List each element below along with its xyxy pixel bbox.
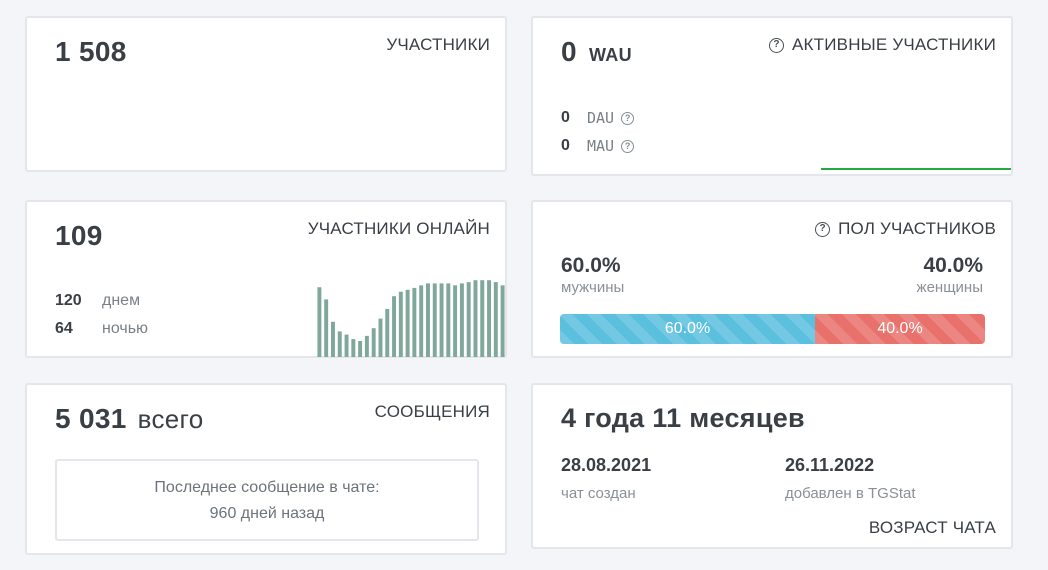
help-icon[interactable]: ?	[815, 221, 831, 237]
online-bar	[412, 287, 417, 357]
online-bar	[446, 283, 451, 357]
female-label: женщины	[916, 279, 983, 296]
online-bar	[405, 289, 410, 357]
dau-value: 0	[561, 109, 570, 126]
mau-value: 0	[561, 137, 570, 154]
messages-number: 5 031	[55, 403, 127, 434]
help-icon[interactable]: ?	[769, 37, 785, 53]
online-bar	[392, 296, 397, 357]
gender-progress-bar: 60.0% 40.0%	[560, 314, 985, 344]
chat-age-card: 4 года 11 месяцев 28.08.2021 чат создан …	[531, 383, 1013, 549]
online-day-value: 120	[55, 292, 82, 309]
messages-suffix: всего	[137, 404, 204, 434]
online-night-label: ночью	[102, 320, 149, 337]
online-night-value: 64	[55, 320, 73, 337]
online-bar	[432, 283, 437, 357]
male-percent: 60.0%	[561, 254, 621, 277]
dau-row: 0 DAU ?	[561, 109, 635, 127]
active-members-card: 0 WAU ? АКТИВНЫЕ УЧАСТНИКИ 0 DAU ? 0 MAU…	[531, 16, 1013, 176]
online-bar	[439, 283, 444, 357]
online-bar	[364, 335, 369, 357]
online-bar	[344, 334, 349, 357]
dau-label: DAU	[587, 109, 615, 127]
online-bar	[358, 341, 363, 357]
male-label: мужчины	[561, 279, 625, 296]
created-label: чат создан	[561, 485, 636, 502]
online-bar	[453, 285, 458, 357]
wau-value: 0 WAU	[561, 36, 632, 68]
last-message-ago: 960 дней назад	[209, 505, 325, 522]
online-bar	[500, 285, 505, 357]
dau-help-icon[interactable]: ?	[621, 111, 635, 125]
online-night-row: 64 ночью	[55, 320, 148, 338]
online-bar	[480, 280, 485, 357]
female-percent: 40.0%	[923, 254, 983, 277]
online-bar	[378, 318, 383, 357]
online-bar	[426, 283, 430, 357]
online-bar	[385, 309, 390, 357]
members-card: 1 508 УЧАСТНИКИ	[25, 16, 507, 172]
added-date: 26.11.2022	[785, 455, 875, 475]
online-bar	[371, 328, 376, 357]
online-members-card: 109 УЧАСТНИКИ ОНЛАЙН 120 днем 64 ночью	[25, 200, 507, 358]
online-bar	[459, 283, 464, 357]
mau-row: 0 MAU ?	[561, 137, 635, 155]
last-message-box: Последнее сообщение в чате: 960 дней наз…	[55, 459, 479, 541]
chat-age-title: ВОЗРАСТ ЧАТА	[868, 518, 996, 537]
active-members-title-text: АКТИВНЫЕ УЧАСТНИКИ	[792, 35, 996, 54]
female-segment: 40.0%	[815, 314, 985, 344]
online-count: 109	[55, 220, 103, 251]
messages-card: 5 031 всего СООБЩЕНИЯ Последнее сообщени…	[25, 383, 507, 555]
active-members-title: ? АКТИВНЫЕ УЧАСТНИКИ	[769, 35, 996, 55]
online-bar	[324, 299, 329, 357]
online-bar	[487, 280, 492, 357]
online-bar	[466, 282, 471, 357]
members-title: УЧАСТНИКИ	[386, 35, 490, 54]
gender-title: ? ПОЛ УЧАСТНИКОВ	[815, 219, 996, 239]
wau-label: WAU	[588, 45, 632, 65]
male-segment: 60.0%	[560, 314, 815, 344]
messages-title: СООБЩЕНИЯ	[374, 402, 490, 421]
created-date: 28.08.2021	[561, 455, 652, 475]
chat-age-value: 4 года 11 месяцев	[561, 403, 805, 433]
members-count: 1 508	[55, 36, 127, 67]
mau-help-icon[interactable]: ?	[621, 139, 635, 153]
online-day-row: 120 днем	[55, 292, 140, 310]
online-bar	[493, 282, 498, 357]
gender-title-text: ПОЛ УЧАСТНИКОВ	[838, 219, 996, 238]
online-day-label: днем	[102, 292, 141, 309]
active-trend-line	[821, 168, 1011, 170]
online-bar	[351, 339, 356, 357]
last-message-caption: Последнее сообщение в чате:	[154, 479, 380, 496]
wau-number: 0	[561, 36, 577, 67]
online-bar	[473, 280, 478, 357]
added-label: добавлен в TGStat	[785, 485, 916, 502]
online-bar	[317, 287, 322, 357]
online-bar	[331, 321, 335, 357]
online-bar	[419, 285, 424, 357]
gender-card: ? ПОЛ УЧАСТНИКОВ 60.0% мужчины 40.0% жен…	[531, 200, 1013, 358]
mau-label: MAU	[587, 137, 615, 155]
online-bar-chart	[317, 280, 505, 357]
online-bar	[337, 331, 342, 357]
online-bar	[398, 291, 403, 357]
messages-count: 5 031 всего	[55, 403, 204, 435]
online-title: УЧАСТНИКИ ОНЛАЙН	[307, 219, 490, 238]
